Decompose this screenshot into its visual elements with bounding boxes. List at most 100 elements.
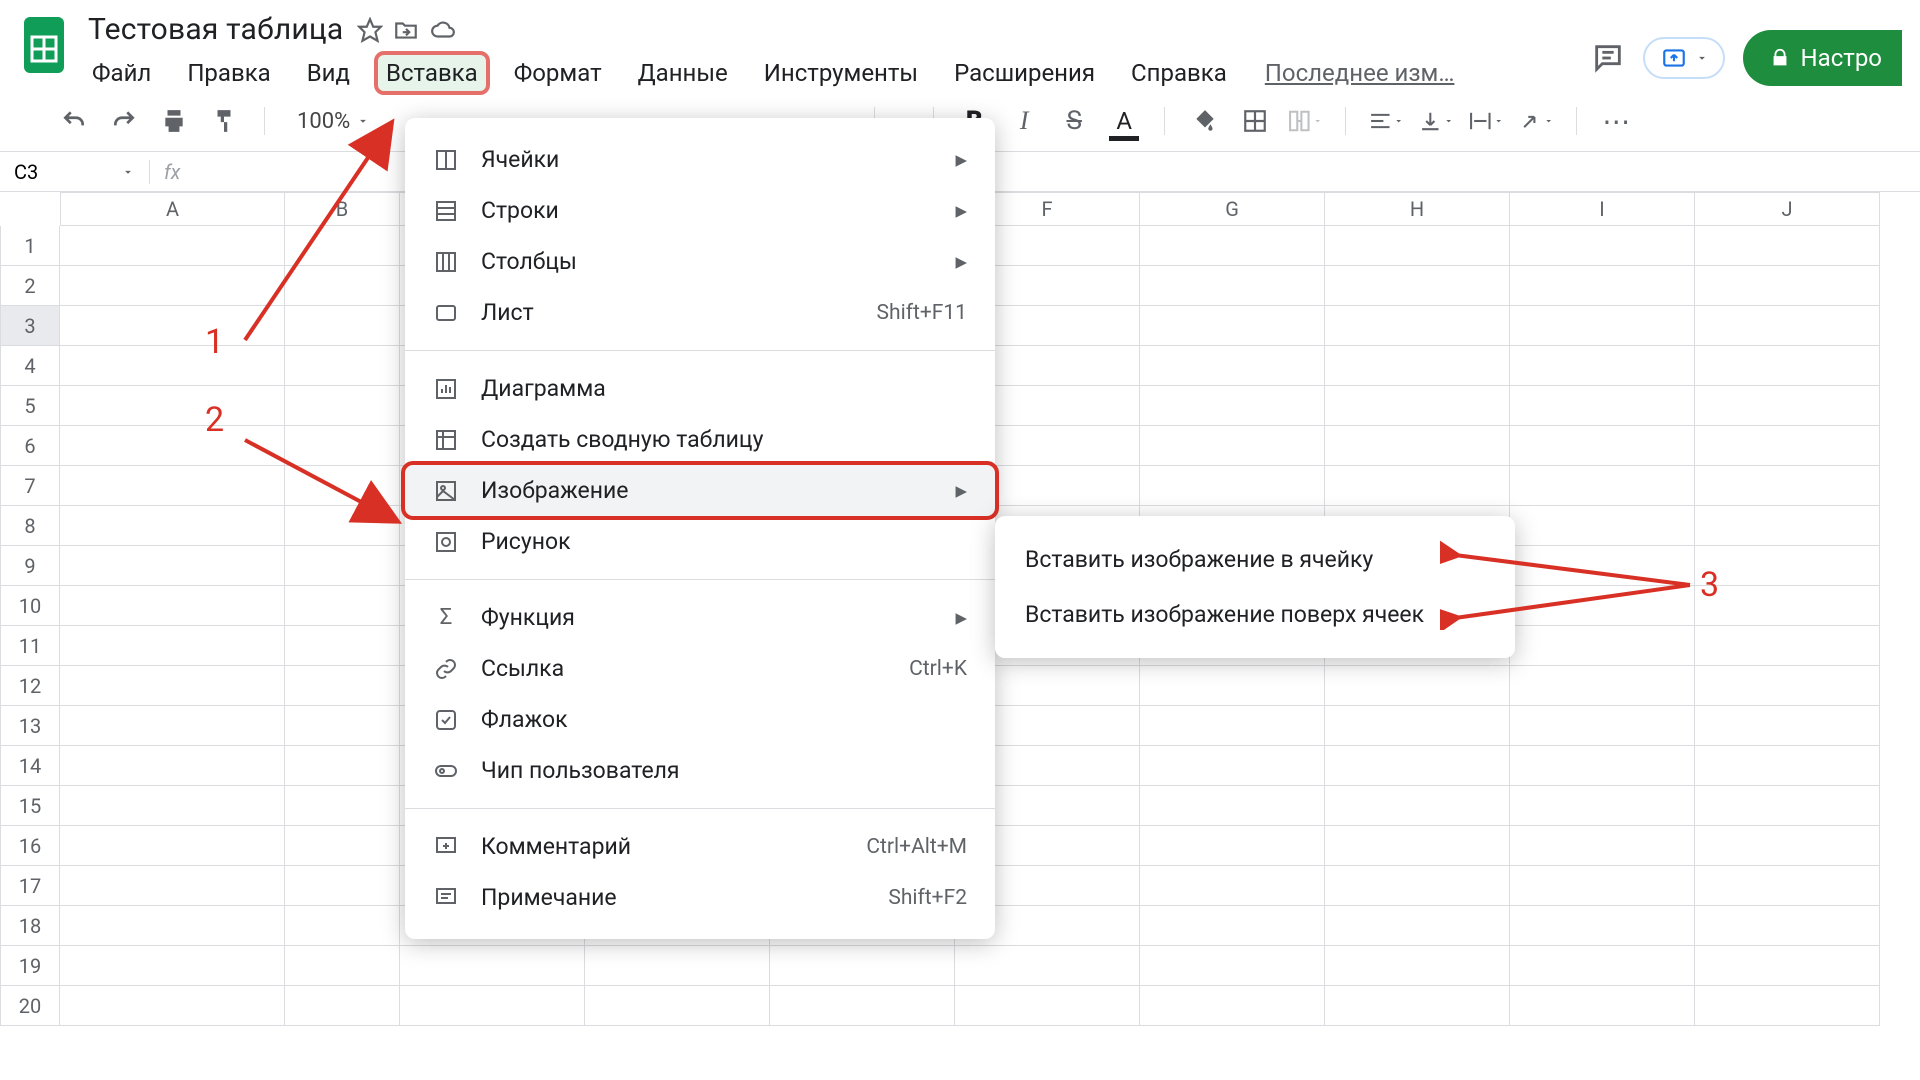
column-header-H[interactable]: H [1325, 192, 1510, 226]
menu-help[interactable]: Справка [1123, 55, 1235, 91]
cell[interactable] [1695, 866, 1880, 906]
cell[interactable] [285, 306, 400, 346]
cell[interactable] [1695, 786, 1880, 826]
row-header[interactable]: 13 [0, 706, 60, 746]
cell[interactable] [60, 626, 285, 666]
cell[interactable] [1140, 346, 1325, 386]
cell[interactable] [60, 466, 285, 506]
cell[interactable] [60, 226, 285, 266]
cell[interactable] [1510, 746, 1695, 786]
cell[interactable] [1510, 946, 1695, 986]
zoom-select[interactable]: 100% [297, 109, 370, 134]
cell[interactable] [60, 706, 285, 746]
insert-pivot[interactable]: Создать сводную таблицу [405, 414, 995, 465]
cell[interactable] [285, 906, 400, 946]
move-folder-icon[interactable] [393, 17, 419, 43]
column-header-A[interactable]: A [60, 192, 285, 226]
cell[interactable] [1325, 306, 1510, 346]
row-header[interactable]: 7 [0, 466, 60, 506]
cell[interactable] [1140, 386, 1325, 426]
row-header[interactable]: 14 [0, 746, 60, 786]
row-header[interactable]: 5 [0, 386, 60, 426]
menu-format[interactable]: Формат [506, 55, 610, 91]
cell[interactable] [1695, 746, 1880, 786]
cell[interactable] [1325, 346, 1510, 386]
column-header-J[interactable]: J [1695, 192, 1880, 226]
cell[interactable] [1140, 906, 1325, 946]
cell[interactable] [285, 986, 400, 1026]
borders-icon[interactable] [1237, 103, 1273, 139]
cell[interactable] [400, 986, 585, 1026]
cell[interactable] [60, 586, 285, 626]
insert-checkbox[interactable]: Флажок [405, 694, 995, 745]
cell[interactable] [1695, 306, 1880, 346]
cell[interactable] [285, 466, 400, 506]
cell[interactable] [1325, 426, 1510, 466]
menu-edit[interactable]: Правка [179, 55, 278, 91]
cell[interactable] [1325, 706, 1510, 746]
cell[interactable] [1510, 226, 1695, 266]
row-header[interactable]: 15 [0, 786, 60, 826]
cell[interactable] [285, 586, 400, 626]
cell[interactable] [1695, 346, 1880, 386]
row-header[interactable]: 11 [0, 626, 60, 666]
cell[interactable] [285, 786, 400, 826]
cell[interactable] [585, 986, 770, 1026]
cell[interactable] [1140, 466, 1325, 506]
row-header[interactable]: 17 [0, 866, 60, 906]
strikethrough-icon[interactable]: S [1056, 103, 1092, 139]
cell[interactable] [1140, 426, 1325, 466]
cell[interactable] [955, 986, 1140, 1026]
cell[interactable] [1325, 266, 1510, 306]
cell[interactable] [1325, 986, 1510, 1026]
column-header-G[interactable]: G [1140, 192, 1325, 226]
merge-cells-icon[interactable] [1287, 103, 1323, 139]
row-header[interactable]: 2 [0, 266, 60, 306]
redo-icon[interactable] [106, 103, 142, 139]
cell[interactable] [1510, 266, 1695, 306]
cell[interactable] [1140, 826, 1325, 866]
cell[interactable] [585, 946, 770, 986]
insert-chip[interactable]: Чип пользователя [405, 745, 995, 796]
insert-rows[interactable]: Строки▸ [405, 185, 995, 236]
cell[interactable] [1510, 666, 1695, 706]
cell[interactable] [1325, 786, 1510, 826]
insert-link[interactable]: СсылкаCtrl+K [405, 643, 995, 694]
cell[interactable] [1325, 946, 1510, 986]
cell[interactable] [1510, 626, 1695, 666]
cell[interactable] [60, 986, 285, 1026]
italic-icon[interactable]: I [1006, 103, 1042, 139]
cell[interactable] [1510, 906, 1695, 946]
row-header[interactable]: 18 [0, 906, 60, 946]
cell[interactable] [60, 946, 285, 986]
row-header[interactable]: 12 [0, 666, 60, 706]
share-button[interactable]: Настро [1743, 30, 1902, 86]
row-header[interactable]: 9 [0, 546, 60, 586]
cell[interactable] [60, 866, 285, 906]
cell[interactable] [1140, 866, 1325, 906]
cell[interactable] [1325, 466, 1510, 506]
menu-insert[interactable]: Вставка [378, 55, 486, 91]
name-box[interactable]: C3 [0, 160, 150, 184]
row-header[interactable]: 16 [0, 826, 60, 866]
cell[interactable] [1510, 346, 1695, 386]
cell[interactable] [60, 786, 285, 826]
cell[interactable] [1325, 826, 1510, 866]
cell[interactable] [1695, 426, 1880, 466]
cell[interactable] [285, 426, 400, 466]
menu-tools[interactable]: Инструменты [756, 55, 926, 91]
cell[interactable] [60, 346, 285, 386]
cell[interactable] [285, 746, 400, 786]
cell[interactable] [1695, 506, 1880, 546]
comments-icon[interactable] [1591, 41, 1625, 75]
cell[interactable] [285, 666, 400, 706]
menu-extensions[interactable]: Расширения [946, 55, 1103, 91]
row-header[interactable]: 8 [0, 506, 60, 546]
text-rotation-icon[interactable] [1518, 103, 1554, 139]
menu-view[interactable]: Вид [299, 55, 358, 91]
cell[interactable] [770, 986, 955, 1026]
insert-note[interactable]: ПримечаниеShift+F2 [405, 872, 995, 923]
row-header[interactable]: 10 [0, 586, 60, 626]
cell[interactable] [955, 946, 1140, 986]
undo-icon[interactable] [56, 103, 92, 139]
